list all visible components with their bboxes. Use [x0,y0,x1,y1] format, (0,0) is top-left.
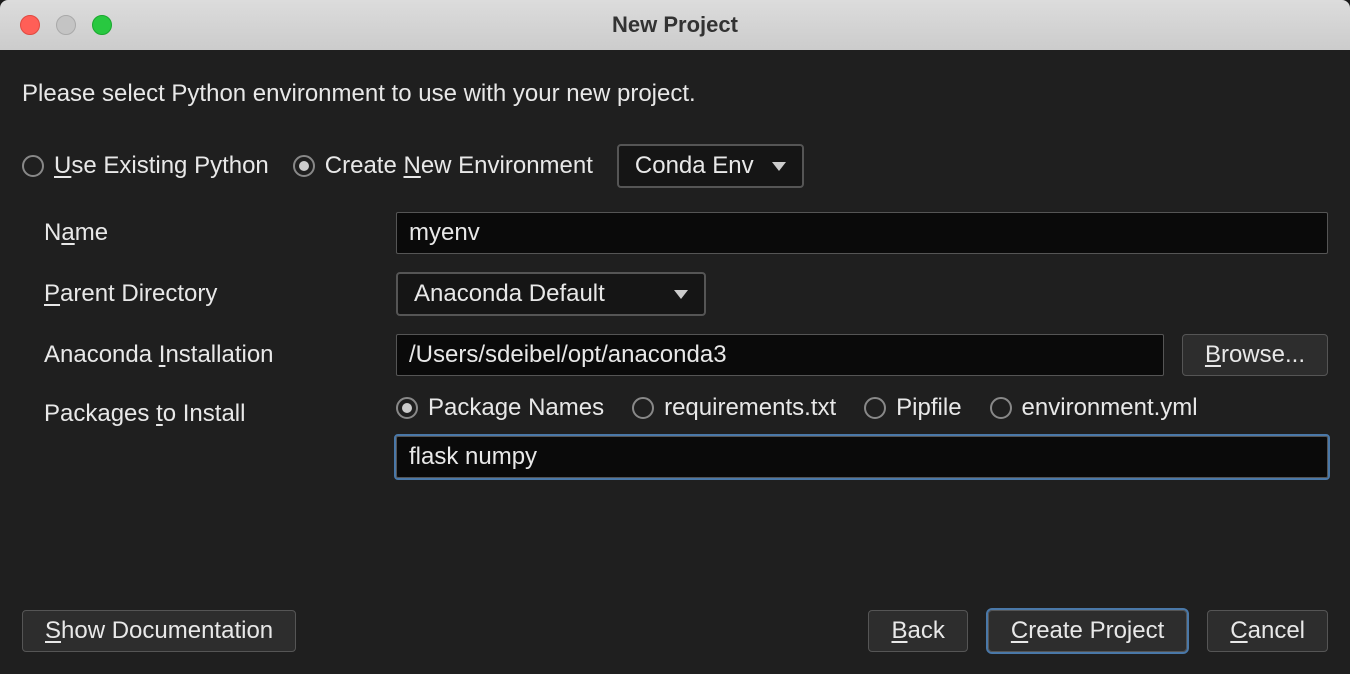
browse-button[interactable]: Browse... [1182,334,1328,376]
chevron-down-icon [772,162,786,171]
pipfile-radio[interactable]: Pipfile [864,394,961,422]
requirements-radio[interactable]: requirements.txt [632,394,836,422]
packages-input[interactable] [396,436,1328,478]
minimize-icon[interactable] [56,15,76,35]
use-existing-radio[interactable]: Use Existing Python [22,152,269,180]
package-source-radios: Package Names requirements.txt Pipfile e… [396,394,1328,422]
close-icon[interactable] [20,15,40,35]
env-type-dropdown[interactable]: Conda Env [617,144,804,188]
dialog-content: Please select Python environment to use … [0,50,1350,674]
parent-dir-label: Parent Directory [44,280,384,308]
pipfile-label: Pipfile [896,394,961,422]
footer: Show Documentation Back Create Project C… [22,610,1328,652]
create-project-button[interactable]: Create Project [988,610,1187,652]
radio-icon [990,397,1012,419]
window-controls [20,15,112,35]
env-type-value: Conda Env [635,152,754,180]
env-yml-label: environment.yml [1022,394,1198,422]
name-input[interactable] [396,212,1328,254]
radio-icon [396,397,418,419]
maximize-icon[interactable] [92,15,112,35]
name-label: Name [44,219,384,247]
chevron-down-icon [674,290,688,299]
radio-icon [864,397,886,419]
anaconda-install-label: Anaconda Installation [44,341,384,369]
packages-label: Packages to Install [44,394,384,428]
pkg-names-label: Package Names [428,394,604,422]
radio-icon [293,155,315,177]
cancel-button[interactable]: Cancel [1207,610,1328,652]
back-button[interactable]: Back [868,610,967,652]
pkg-names-radio[interactable]: Package Names [396,394,604,422]
radio-icon [22,155,44,177]
create-new-label: Create New Environment [325,152,593,180]
env-choice-row: Use Existing Python Create New Environme… [22,144,1328,188]
requirements-label: requirements.txt [664,394,836,422]
create-new-radio[interactable]: Create New Environment [293,152,593,180]
instruction-text: Please select Python environment to use … [22,80,1328,108]
form-grid: Name Parent Directory Anaconda Default A… [44,212,1328,478]
show-docs-button[interactable]: Show Documentation [22,610,296,652]
radio-icon [632,397,654,419]
parent-dir-value: Anaconda Default [414,280,605,308]
anaconda-install-input[interactable] [396,334,1164,376]
env-yml-radio[interactable]: environment.yml [990,394,1198,422]
parent-dir-dropdown[interactable]: Anaconda Default [396,272,706,316]
use-existing-label: Use Existing Python [54,152,269,180]
titlebar: New Project [0,0,1350,50]
window-title: New Project [0,12,1350,38]
